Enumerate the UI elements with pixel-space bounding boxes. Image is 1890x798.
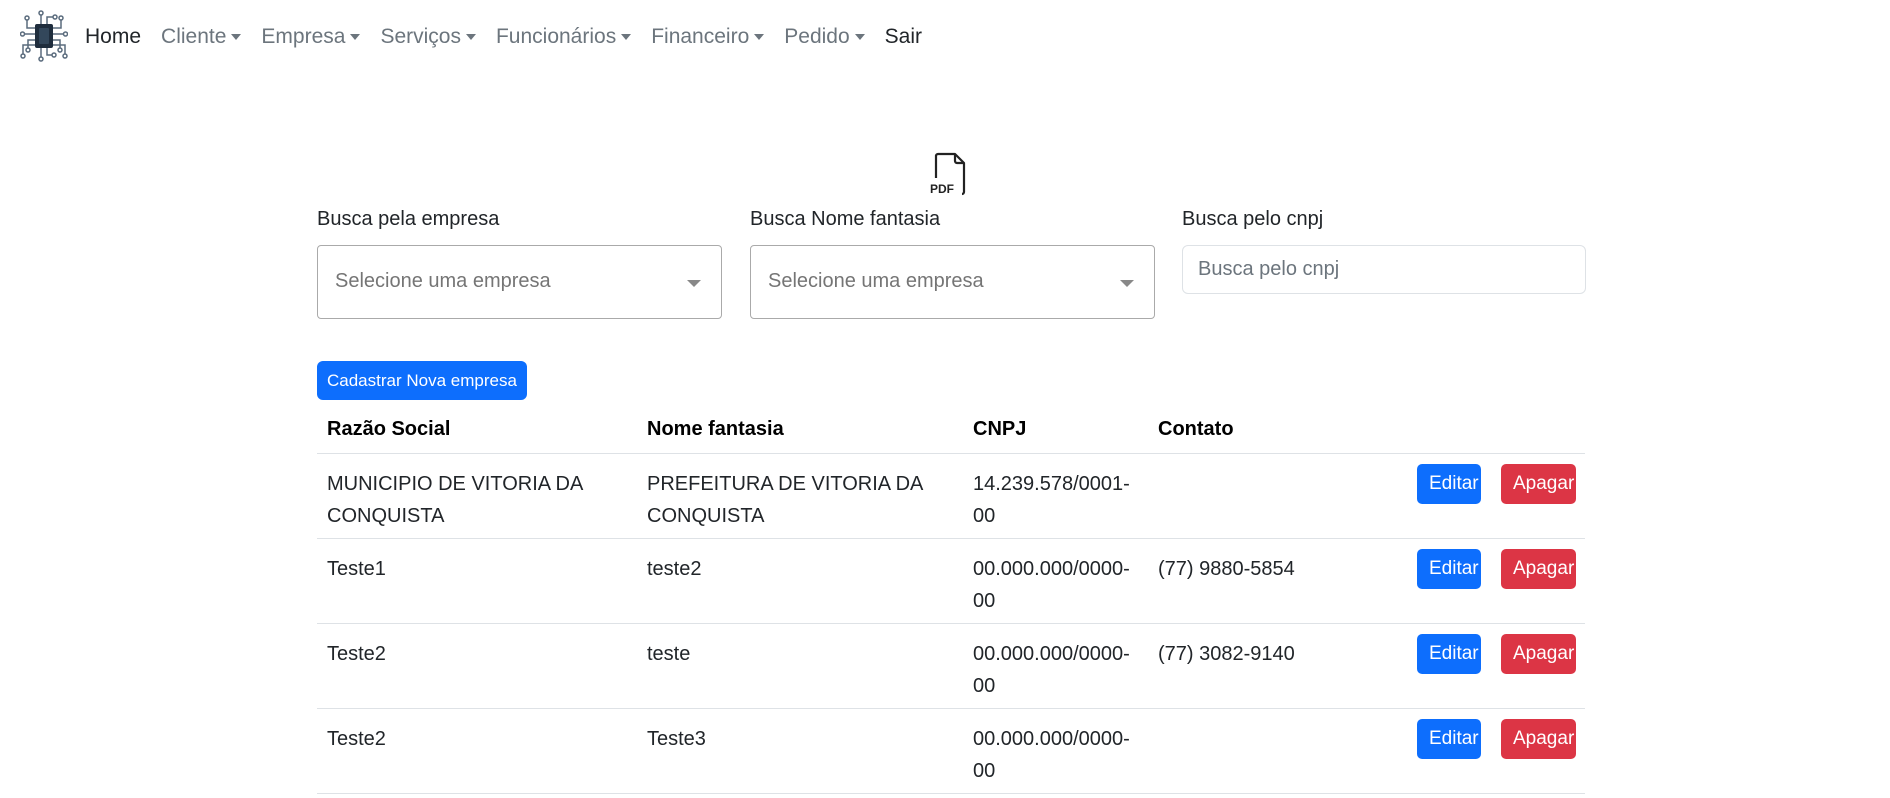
header-cnpj: CNPJ: [973, 418, 1027, 440]
company-table: Razão Social Nome fantasia CNPJ Contato …: [317, 410, 1585, 794]
caret-down-icon: [231, 34, 242, 40]
caret-down-icon: [465, 34, 476, 40]
nav-item-financeiro[interactable]: Financeiro: [651, 25, 765, 49]
caret-down-icon: [350, 34, 361, 40]
cell-contato: (77) 9880-5854: [1158, 558, 1295, 580]
add-company-button[interactable]: Cadastrar Nova empresa: [317, 361, 527, 400]
delete-button[interactable]: Apagar: [1501, 549, 1576, 589]
pdf-icon-label: PDF: [930, 182, 954, 196]
header-contato: Contato: [1158, 418, 1234, 440]
edit-button[interactable]: Editar: [1417, 464, 1481, 504]
cell-nome-fantasia: PREFEITURA DE VITORIA DA CONQUISTA: [647, 473, 923, 527]
table-row: Teste2 Teste3 00.000.000/0000-00 Editar …: [317, 709, 1585, 794]
header-razao-social: Razão Social: [327, 418, 451, 440]
nav-item-label: Funcionários: [495, 25, 617, 48]
nav-menu: Home Cliente Empresa Serviços Funcionários Fi…: [85, 20, 942, 54]
nav-item-funcionarios[interactable]: Funcionários: [495, 25, 632, 49]
nav-item-label: Pedido: [784, 25, 850, 48]
empresa-select-placeholder: Selecione uma empresa: [335, 270, 551, 292]
caret-down-icon: [754, 34, 765, 40]
cell-cnpj: 00.000.000/0000-00: [973, 728, 1130, 782]
cnpj-search-input[interactable]: [1182, 245, 1586, 294]
table-row: Teste2 teste 00.000.000/0000-00 (77) 308…: [317, 624, 1585, 709]
table-row: Teste1 teste2 00.000.000/0000-00 (77) 98…: [317, 539, 1585, 624]
header-nome-fantasia: Nome fantasia: [647, 418, 784, 440]
nav-item-label: Home: [85, 25, 142, 48]
table-header: Razão Social Nome fantasia CNPJ Contato: [317, 410, 1585, 454]
nav-item-sair[interactable]: Sair: [885, 25, 922, 49]
nav-item-label: Cliente: [161, 25, 227, 48]
cell-nome-fantasia: teste: [647, 643, 691, 665]
pdf-file-icon[interactable]: PDF: [930, 152, 970, 196]
caret-down-icon: [621, 34, 632, 40]
cell-cnpj: 00.000.000/0000-00: [973, 558, 1130, 612]
caret-down-icon: [854, 34, 865, 40]
nav-item-empresa[interactable]: Empresa: [261, 25, 361, 49]
cell-cnpj: 00.000.000/0000-00: [973, 643, 1130, 697]
edit-button[interactable]: Editar: [1417, 549, 1481, 589]
cell-razao-social: Teste2: [327, 643, 386, 665]
chevron-down-icon: [1120, 280, 1134, 287]
edit-button[interactable]: Editar: [1417, 719, 1481, 759]
chevron-down-icon: [687, 280, 701, 287]
navbar: Home Cliente Empresa Serviços Funcionários Fi…: [0, 0, 1890, 74]
delete-button[interactable]: Apagar: [1501, 464, 1576, 504]
nav-item-servicos[interactable]: Serviços: [380, 25, 476, 49]
fantasia-select[interactable]: Selecione uma empresa: [750, 245, 1155, 319]
nav-item-label: Empresa: [261, 25, 346, 48]
cell-cnpj: 14.239.578/0001-00: [973, 473, 1130, 527]
nav-item-home[interactable]: Home: [85, 25, 141, 49]
circuit-chip-logo-icon[interactable]: [20, 10, 68, 62]
empresa-select[interactable]: Selecione uma empresa: [317, 245, 722, 319]
edit-button[interactable]: Editar: [1417, 634, 1481, 674]
delete-button[interactable]: Apagar: [1501, 634, 1576, 674]
fantasia-filter-label: Busca Nome fantasia: [750, 208, 941, 230]
nav-item-label: Serviços: [380, 25, 461, 48]
delete-button[interactable]: Apagar: [1501, 719, 1576, 759]
cell-razao-social: Teste2: [327, 728, 386, 750]
cell-nome-fantasia: teste2: [647, 558, 702, 580]
cell-nome-fantasia: Teste3: [647, 728, 706, 750]
cell-razao-social: MUNICIPIO DE VITORIA DA CONQUISTA: [327, 473, 583, 527]
nav-item-label: Financeiro: [651, 25, 750, 48]
fantasia-select-placeholder: Selecione uma empresa: [768, 270, 984, 292]
cell-razao-social: Teste1: [327, 558, 386, 580]
nav-item-pedido[interactable]: Pedido: [784, 25, 865, 49]
cnpj-filter-label: Busca pelo cnpj: [1182, 208, 1324, 230]
nav-item-cliente[interactable]: Cliente: [161, 25, 242, 49]
cell-contato: (77) 3082-9140: [1158, 643, 1295, 665]
table-row: MUNICIPIO DE VITORIA DA CONQUISTA PREFEI…: [317, 454, 1585, 539]
nav-item-label: Sair: [884, 25, 923, 48]
empresa-filter-label: Busca pela empresa: [317, 208, 500, 230]
